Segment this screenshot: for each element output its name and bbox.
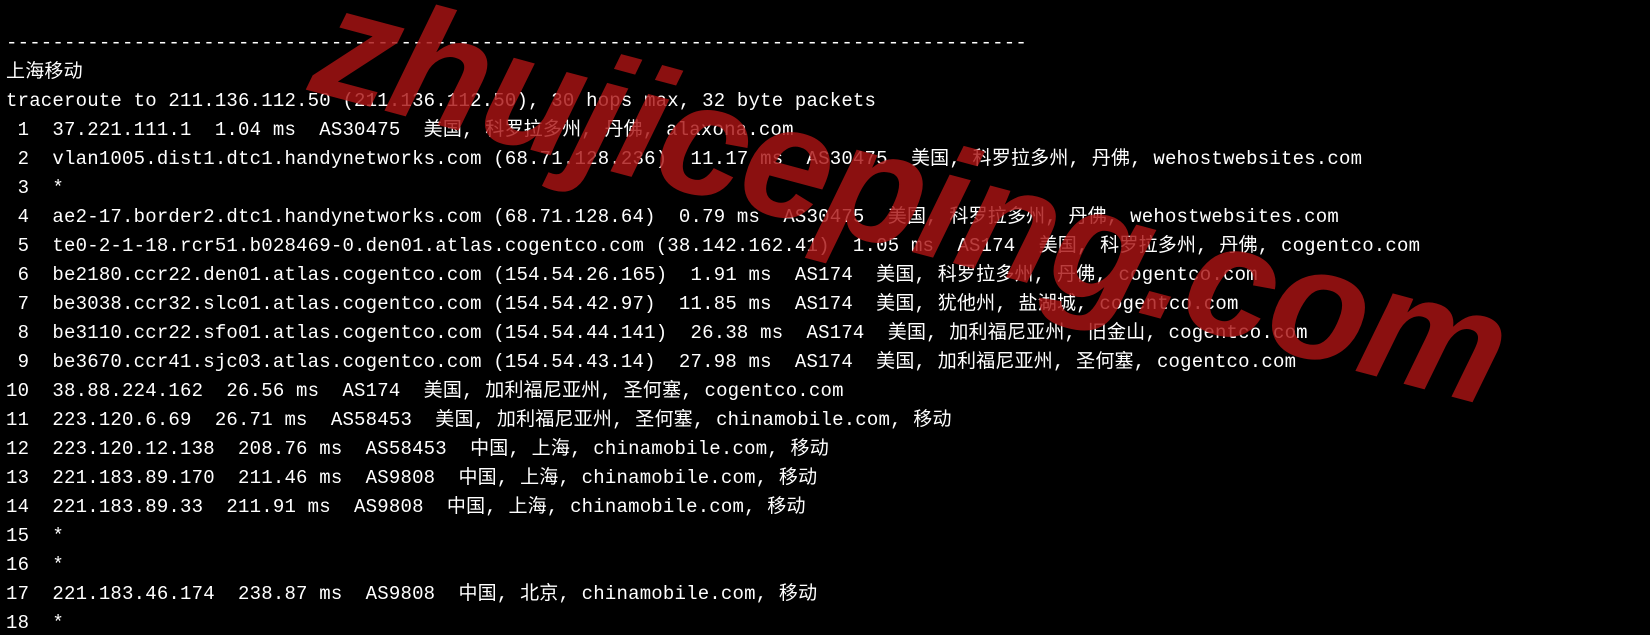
separator-line: ----------------------------------------…	[6, 32, 1027, 54]
hop-list: 1 37.221.111.1 1.04 ms AS30475 美国, 科罗拉多州…	[6, 116, 1644, 635]
route-title: 上海移动	[6, 61, 83, 83]
traceroute-header: traceroute to 211.136.112.50 (211.136.11…	[6, 90, 876, 112]
terminal-output: ----------------------------------------…	[0, 0, 1650, 635]
